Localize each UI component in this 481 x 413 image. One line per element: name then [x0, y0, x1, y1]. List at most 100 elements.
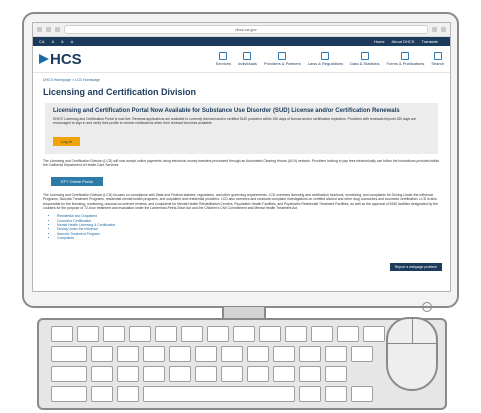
- report-problem-button[interactable]: Report a webpage problem: [389, 263, 442, 271]
- key: [299, 346, 321, 362]
- nav-search[interactable]: Search: [431, 52, 444, 66]
- key: [143, 386, 295, 402]
- key: [207, 326, 229, 342]
- new-tab-icon[interactable]: [441, 27, 446, 32]
- key: [195, 366, 217, 382]
- providers-icon: [278, 52, 287, 60]
- key-row: [51, 386, 373, 402]
- key: [51, 326, 73, 342]
- key: [325, 346, 347, 362]
- font-size-link[interactable]: A: [71, 39, 74, 44]
- site-header: HCS Services Individuals Providers & Par…: [33, 46, 450, 73]
- nav-label: Search: [431, 61, 444, 66]
- monitor-frame: dhcs.ca.gov CA A A A Home About DHCS Tra…: [22, 12, 459, 312]
- nav-label: Data & Statistics: [350, 61, 380, 66]
- individuals-icon: [243, 52, 252, 60]
- key: [311, 326, 333, 342]
- address-bar[interactable]: dhcs.ca.gov: [64, 25, 428, 34]
- forms-icon: [401, 52, 410, 60]
- utility-right: Home About DHCS Translate: [374, 39, 444, 44]
- nav-label: Laws & Regulations: [307, 61, 344, 66]
- key: [91, 366, 113, 382]
- ca-gov-link[interactable]: CA: [39, 39, 45, 44]
- program-links: Residential and Outpatient Counselor Cer…: [51, 214, 440, 240]
- power-button-icon: [422, 302, 432, 312]
- key: [169, 366, 191, 382]
- browser-toolbar: dhcs.ca.gov: [33, 23, 450, 37]
- mouse-divider: [412, 319, 413, 343]
- key: [117, 346, 139, 362]
- banner-text: DHCS' Licensing and Certification Portal…: [53, 117, 417, 126]
- key: [299, 366, 321, 382]
- nav-individuals[interactable]: Individuals: [238, 52, 257, 66]
- mouse: [386, 317, 438, 391]
- share-icon[interactable]: [432, 27, 437, 32]
- key: [155, 326, 177, 342]
- dhcs-logo[interactable]: HCS: [39, 51, 82, 68]
- key: [273, 346, 295, 362]
- key: [325, 386, 347, 402]
- mouse-divider: [388, 343, 436, 344]
- key: [233, 326, 255, 342]
- link-complaints[interactable]: Complaints: [57, 236, 440, 240]
- announcement-banner: Licensing and Certification Portal Now A…: [45, 103, 438, 154]
- nav-data[interactable]: Data & Statistics: [350, 52, 380, 66]
- lcd-description: The Licensing and Certification Division…: [43, 193, 438, 211]
- key: [129, 326, 151, 342]
- nav-label: Providers & Partners: [263, 61, 301, 66]
- logo-mark-icon: [39, 54, 49, 64]
- main-content: DHCS Homepage > LCD Homepage Licensing a…: [33, 73, 450, 245]
- browser-screen: dhcs.ca.gov CA A A A Home About DHCS Tra…: [32, 22, 451, 292]
- key-row: [51, 366, 347, 382]
- nav-laws[interactable]: Laws & Regulations: [308, 52, 343, 66]
- search-icon: [433, 52, 442, 60]
- forward-icon[interactable]: [46, 27, 51, 32]
- nav-providers[interactable]: Providers & Partners: [264, 52, 301, 66]
- banner-title: Licensing and Certification Portal Now A…: [53, 108, 400, 114]
- breadcrumb[interactable]: DHCS Homepage > LCD Homepage: [43, 78, 440, 82]
- key: [351, 386, 373, 402]
- services-icon: [219, 52, 228, 60]
- key-row: [51, 326, 385, 342]
- utility-left: CA A A A: [39, 39, 79, 44]
- key: [117, 366, 139, 382]
- font-size-link[interactable]: A: [51, 39, 54, 44]
- back-icon[interactable]: [37, 27, 42, 32]
- key: [285, 326, 307, 342]
- key: [77, 326, 99, 342]
- about-link[interactable]: About DHCS: [392, 39, 415, 44]
- key-row: [51, 346, 373, 362]
- nav-label: Individuals: [238, 61, 257, 66]
- key: [51, 346, 87, 362]
- reload-icon[interactable]: [55, 27, 60, 32]
- logo-text: HCS: [50, 50, 82, 68]
- key: [325, 366, 347, 382]
- key: [181, 326, 203, 342]
- key: [117, 386, 139, 402]
- key: [195, 346, 217, 362]
- nav-forms[interactable]: Forms & Publications: [386, 52, 425, 66]
- login-button[interactable]: Log In: [53, 136, 81, 146]
- main-nav: Services Individuals Providers & Partner…: [216, 52, 444, 66]
- utility-bar: CA A A A Home About DHCS Translate: [33, 37, 450, 46]
- key: [273, 366, 295, 382]
- font-size-link[interactable]: A: [61, 39, 64, 44]
- key: [247, 346, 269, 362]
- key: [363, 326, 385, 342]
- key: [91, 386, 113, 402]
- key: [337, 326, 359, 342]
- nav-services[interactable]: Services: [216, 52, 231, 66]
- key: [143, 346, 165, 362]
- translate-link[interactable]: Translate: [421, 39, 438, 44]
- nav-label: Forms & Publications: [386, 61, 425, 66]
- key: [103, 326, 125, 342]
- key: [299, 386, 321, 402]
- key: [247, 366, 269, 382]
- key: [143, 366, 165, 382]
- key: [91, 346, 113, 362]
- ach-paragraph: The Licensing and Certification Division…: [43, 158, 440, 167]
- key: [51, 366, 87, 382]
- eft-portal-button[interactable]: EFT Online Portal: [51, 177, 103, 187]
- home-link[interactable]: Home: [374, 39, 385, 44]
- key: [221, 346, 243, 362]
